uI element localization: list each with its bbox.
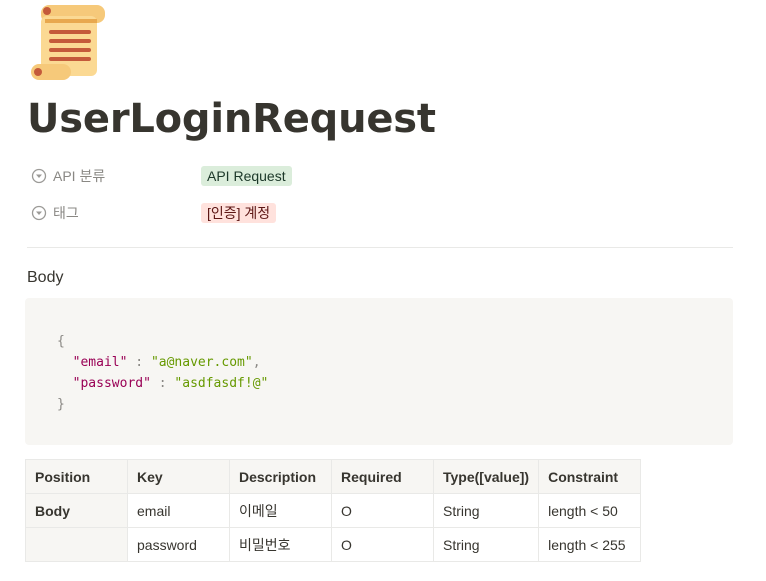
- spec-table: Position Key Description Required Type([…: [25, 459, 642, 562]
- code-key: "password": [72, 376, 151, 391]
- select-property-icon: [31, 168, 47, 184]
- code-key: "email": [72, 355, 128, 370]
- table-cell[interactable]: Body: [25, 493, 128, 528]
- property-label[interactable]: 태그: [27, 203, 201, 223]
- property-row-api-category[interactable]: API 분류 API Request: [27, 162, 292, 190]
- column-header[interactable]: Type([value]): [432, 459, 540, 494]
- code-line: {: [57, 334, 65, 349]
- page-title: UserLoginRequest: [27, 96, 436, 142]
- property-label-text: API 분류: [53, 168, 106, 184]
- table-cell[interactable]: O: [331, 527, 434, 562]
- column-header[interactable]: Description: [229, 459, 332, 494]
- column-header[interactable]: Required: [331, 459, 434, 494]
- code-line: "email" : "a@naver.com",: [72, 355, 261, 370]
- table-cell[interactable]: password: [127, 527, 230, 562]
- code-string: "asdfasdf!@": [174, 376, 269, 391]
- code-block[interactable]: { "email" : "a@naver.com", "password" : …: [25, 298, 733, 445]
- table-row: password 비밀번호 O String length < 255: [25, 527, 642, 562]
- section-heading: Body: [27, 269, 64, 286]
- table-cell[interactable]: [25, 527, 128, 562]
- api-category-tag[interactable]: API Request: [201, 166, 292, 186]
- code-string: "a@naver.com": [150, 355, 253, 370]
- column-header[interactable]: Constraint: [538, 459, 642, 494]
- table-cell[interactable]: String: [432, 493, 540, 528]
- table-row: Body email 이메일 O String length < 50: [25, 493, 642, 528]
- table-cell[interactable]: length < 50: [538, 493, 642, 528]
- select-property-icon: [31, 205, 47, 221]
- code-line: "password" : "asdfasdf!@": [72, 376, 269, 391]
- table-cell[interactable]: 이메일: [229, 493, 332, 528]
- table-header-row: Position Key Description Required Type([…: [25, 459, 642, 494]
- code-line: }: [57, 397, 65, 412]
- property-row-tag[interactable]: 태그 [인증] 계정: [27, 199, 277, 227]
- table-cell[interactable]: length < 255: [538, 527, 642, 562]
- table-cell[interactable]: email: [127, 493, 230, 528]
- column-header[interactable]: Position: [25, 459, 128, 494]
- property-label[interactable]: API 분류: [27, 166, 201, 186]
- scroll-icon: [31, 5, 105, 80]
- column-header[interactable]: Key: [127, 459, 230, 494]
- table-cell[interactable]: String: [432, 527, 540, 562]
- divider: [27, 247, 733, 248]
- property-label-text: 태그: [53, 205, 79, 221]
- tag-badge[interactable]: [인증] 계정: [201, 203, 277, 223]
- table-cell[interactable]: 비밀번호: [229, 527, 332, 562]
- table-cell[interactable]: O: [331, 493, 434, 528]
